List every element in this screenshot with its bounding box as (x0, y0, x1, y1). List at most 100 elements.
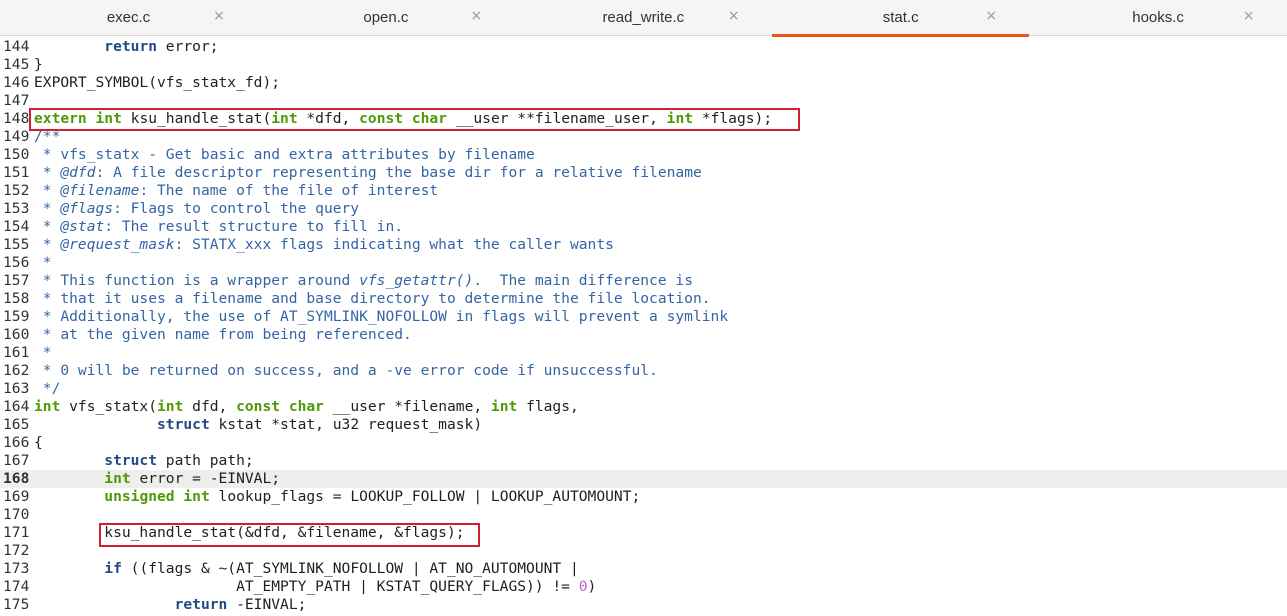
code-text: int vfs_statx(int dfd, const char __user… (34, 398, 579, 415)
code-line-163: 163 */ (0, 380, 1287, 398)
code-line-168: 168 int error = -EINVAL; (0, 470, 1287, 488)
line-number: 162 (3, 362, 30, 379)
code-text: * that it uses a filename and base direc… (34, 290, 711, 307)
code-line-165: 165 struct kstat *stat, u32 request_mask… (0, 416, 1287, 434)
code-line-161: 161 * (0, 344, 1287, 362)
code-line-169: 169 unsigned int lookup_flags = LOOKUP_F… (0, 488, 1287, 506)
code-line-145: 145} (0, 56, 1287, 74)
code-line-159: 159 * Additionally, the use of AT_SYMLIN… (0, 308, 1287, 326)
code-line-164: 164 int vfs_statx(int dfd, const char __u… (0, 398, 1287, 416)
code-line-174: 174 AT_EMPTY_PATH | KSTAT_QUERY_FLAGS)) … (0, 578, 1287, 596)
code-text: * (34, 254, 52, 271)
code-text: * @stat: The result structure to fill in… (34, 218, 404, 235)
line-number: 148 (3, 110, 30, 127)
code-text: * Additionally, the use of AT_SYMLINK_NO… (34, 308, 729, 325)
code-line-172: 172 (0, 542, 1287, 560)
code-text: AT_EMPTY_PATH | KSTAT_QUERY_FLAGS)) != 0… (34, 578, 597, 595)
code-line-171: 171 ksu_handle_stat(&dfd, &filename, &fl… (0, 524, 1287, 542)
code-line-144: 144 return error; (0, 38, 1287, 56)
close-icon[interactable]: × (211, 8, 227, 24)
code-line-166: 166{ (0, 434, 1287, 452)
code-text: struct kstat *stat, u32 request_mask) (157, 416, 483, 433)
line-number: 144 (3, 38, 30, 55)
code-text: */ (34, 380, 61, 397)
line-number: 175 (3, 596, 30, 613)
line-number: 155 (3, 236, 30, 253)
line-number: 159 (3, 308, 30, 325)
line-number: 146 (3, 74, 30, 91)
code-text: * at the given name from being reference… (34, 326, 412, 343)
line-number: 151 (3, 164, 30, 181)
code-line-167: 167 struct path path; (0, 452, 1287, 470)
tab-open-c[interactable]: open.c × (257, 0, 514, 36)
code-text: ksu_handle_stat(&dfd, &filename, &flags)… (34, 524, 465, 541)
code-text: return error; (104, 38, 219, 55)
line-number: 160 (3, 326, 30, 343)
code-line-155: 155 * @request_mask: STATX_xxx flags ind… (0, 236, 1287, 254)
code-line-146: 146 EXPORT_SYMBOL(vfs_statx_fd); (0, 74, 1287, 92)
code-text: { (34, 434, 43, 451)
code-line-157: 157 * This function is a wrapper around … (0, 272, 1287, 290)
code-text: int error = -EINVAL; (104, 470, 281, 487)
code-line-147: 147 (0, 92, 1287, 110)
code-line-170: 170 (0, 506, 1287, 524)
code-text: /** (34, 128, 61, 145)
code-line-151: 151 * @dfd: A file descriptor representi… (0, 164, 1287, 182)
line-number: 168 (3, 470, 30, 487)
line-number: 152 (3, 182, 30, 199)
code-text: struct path path; (104, 452, 254, 469)
line-number: 158 (3, 290, 30, 307)
tab-bar: exec.c × open.c × read_write.c × stat.c × hooks.… (0, 0, 1287, 37)
code-text: * 0 will be returned on success, and a -… (34, 362, 658, 379)
close-icon[interactable]: × (468, 8, 484, 24)
code-line-156: 156 * (0, 254, 1287, 272)
close-icon[interactable]: × (983, 8, 999, 24)
line-number: 153 (3, 200, 30, 217)
line-number: 170 (3, 506, 30, 523)
code-editor[interactable]: 144 return error; 145} 146 EXPORT_SYMBOL(vf… (0, 36, 1287, 616)
line-number: 154 (3, 218, 30, 235)
code-line-148: 148 extern int ksu_handle_stat(int *dfd, … (0, 110, 1287, 128)
line-number: 149 (3, 128, 30, 145)
code-line-152: 152 * @filename: The name of the file of… (0, 182, 1287, 200)
code-line-175: 175 return -EINVAL; (0, 596, 1287, 614)
line-number: 150 (3, 146, 30, 163)
code-text: * @request_mask: STATX_xxx flags indicat… (34, 236, 614, 253)
code-line-149: 149/** (0, 128, 1287, 146)
line-number: 174 (3, 578, 30, 595)
line-number: 164 (3, 398, 30, 415)
line-number: 156 (3, 254, 30, 271)
tab-exec-c[interactable]: exec.c × (0, 0, 257, 36)
code-line-154: 154 * @stat: The result structure to fil… (0, 218, 1287, 236)
tab-hooks-c[interactable]: hooks.c × (1030, 0, 1287, 36)
line-number: 172 (3, 542, 30, 559)
line-number: 147 (3, 92, 30, 109)
line-number: 166 (3, 434, 30, 451)
line-number: 173 (3, 560, 30, 577)
code-text: * @filename: The name of the file of int… (34, 182, 439, 199)
line-number: 169 (3, 488, 30, 505)
code-line-153: 153 * @flags: Flags to control the query (0, 200, 1287, 218)
tab-read-write-c[interactable]: read_write.c × (515, 0, 772, 36)
code-text: if ((flags & ~(AT_SYMLINK_NOFOLLOW | AT_… (104, 560, 579, 577)
code-line-173: 173 if ((flags & ~(AT_SYMLINK_NOFOLLOW |… (0, 560, 1287, 578)
code-text: * This function is a wrapper around vfs_… (34, 272, 693, 289)
code-text: * vfs_statx - Get basic and extra attrib… (34, 146, 535, 163)
line-number: 167 (3, 452, 30, 469)
line-number: 163 (3, 380, 30, 397)
code-text: unsigned int lookup_flags = LOOKUP_FOLLO… (104, 488, 641, 505)
code-text: return -EINVAL; (174, 596, 307, 613)
code-line-150: 150 * vfs_statx - Get basic and extra at… (0, 146, 1287, 164)
code-text: } (34, 56, 43, 73)
line-number: 165 (3, 416, 30, 433)
code-text: * @flags: Flags to control the query (34, 200, 360, 217)
line-number: 157 (3, 272, 30, 289)
code-text: * @dfd: A file descriptor representing t… (34, 164, 702, 181)
tab-stat-c[interactable]: stat.c × (772, 0, 1030, 37)
code-text: EXPORT_SYMBOL(vfs_statx_fd); (34, 74, 281, 91)
code-line-162: 162 * 0 will be returned on success, and… (0, 362, 1287, 380)
line-number: 161 (3, 344, 30, 361)
close-icon[interactable]: × (1241, 8, 1257, 24)
close-icon[interactable]: × (726, 8, 742, 24)
code-text: extern int ksu_handle_stat(int *dfd, con… (34, 110, 773, 127)
